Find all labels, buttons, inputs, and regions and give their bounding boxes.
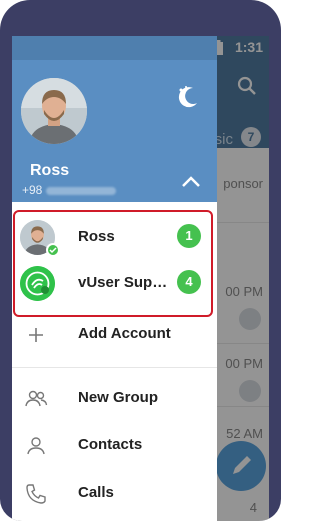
phone-redacted	[46, 186, 117, 195]
add-account-label: Add Account	[78, 325, 171, 342]
person-icon	[27, 437, 45, 455]
avatar	[20, 266, 55, 301]
account-row-ross[interactable]: Ross 1	[15, 216, 211, 260]
phone-prefix: +98	[22, 183, 43, 197]
unread-badge: 1	[177, 224, 201, 248]
support-logo-icon	[20, 266, 55, 301]
phone-frame: 1:31 sic 7 ponsor 00 PM 00 PM 52 AM 4 Ro…	[0, 0, 281, 521]
contacts-label: Contacts	[78, 436, 143, 453]
screen: 1:31 sic 7 ponsor 00 PM 00 PM 52 AM 4 Ro…	[12, 36, 269, 521]
account-row-vuser-support[interactable]: vUser Sup… 4	[15, 262, 211, 306]
user-phone: +98	[22, 183, 117, 197]
avatar[interactable]	[21, 78, 87, 144]
menu-item-contacts[interactable]: Contacts	[12, 426, 217, 466]
user-name: Ross	[30, 162, 70, 179]
night-mode-icon[interactable]	[175, 84, 201, 110]
check-icon	[46, 243, 60, 257]
drawer-header: Ross +98	[12, 36, 217, 202]
status-bar-fill	[12, 36, 217, 60]
add-account-button[interactable]: Add Account	[12, 315, 217, 355]
accounts-highlight-box: Ross 1 vUser Sup… 4	[13, 210, 213, 317]
unread-badge: 4	[177, 270, 201, 294]
account-name: vUser Sup…	[78, 274, 168, 291]
navigation-drawer: Ross +98 Ross 1 vUser Sup… 4 Add Account…	[12, 36, 217, 521]
divider	[12, 367, 217, 368]
account-name: Ross	[78, 228, 115, 245]
group-icon	[25, 390, 48, 407]
calls-label: Calls	[78, 484, 114, 501]
phone-icon	[26, 484, 46, 504]
plus-icon	[29, 328, 43, 342]
chevron-up-icon[interactable]	[180, 174, 202, 190]
profile-photo-icon	[21, 78, 87, 144]
new-group-label: New Group	[78, 389, 159, 406]
menu-item-new-group[interactable]: New Group	[12, 379, 217, 419]
menu-item-calls[interactable]: Calls	[12, 474, 217, 514]
